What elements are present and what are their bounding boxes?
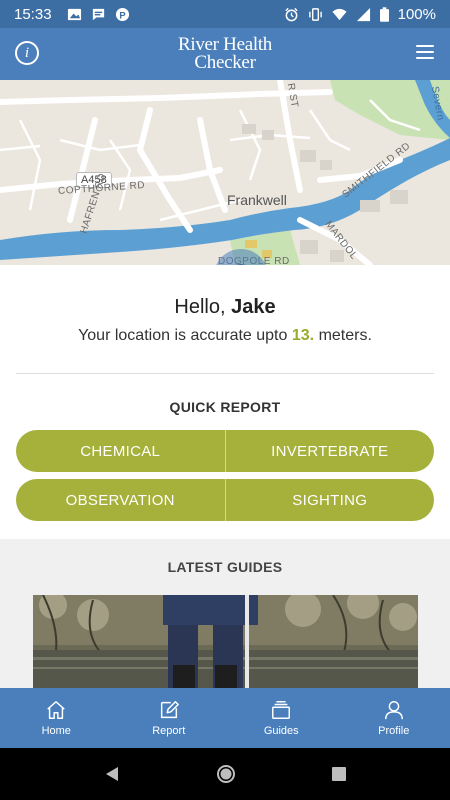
guide-card-image[interactable] bbox=[33, 595, 418, 689]
image-icon bbox=[67, 8, 81, 20]
accuracy-value: 13. bbox=[291, 327, 315, 344]
person-icon bbox=[384, 701, 403, 720]
layers-icon bbox=[272, 701, 291, 719]
system-navigation-bar bbox=[0, 748, 450, 800]
nav-report[interactable]: Report bbox=[113, 688, 226, 748]
quick-report-title: QUICK REPORT bbox=[169, 399, 281, 415]
svg-text:P: P bbox=[119, 10, 125, 20]
bottom-navigation: Home Report Guides Profile bbox=[0, 688, 450, 748]
quick-report-row: CHEMICAL INVERTEBRATE bbox=[16, 430, 434, 472]
app-header: i River Health Checker bbox=[0, 28, 450, 80]
app-logo: River Health Checker bbox=[178, 35, 272, 73]
nav-home-label: Home bbox=[41, 725, 71, 737]
nav-profile[interactable]: Profile bbox=[338, 688, 450, 748]
nav-profile-label: Profile bbox=[378, 725, 410, 737]
battery-icon bbox=[379, 6, 389, 22]
wifi-icon bbox=[332, 8, 347, 20]
signal-icon bbox=[356, 7, 370, 21]
invertebrate-button[interactable]: INVERTEBRATE bbox=[225, 430, 434, 472]
user-name: Jake bbox=[231, 296, 276, 318]
sighting-button[interactable]: SIGHTING bbox=[225, 479, 434, 521]
battery-percent: 100% bbox=[397, 5, 436, 23]
observation-button[interactable]: OBSERVATION bbox=[16, 479, 226, 521]
hello-text: Hello, Jake bbox=[0, 296, 450, 319]
nav-guides[interactable]: Guides bbox=[225, 688, 338, 748]
alarm-icon bbox=[285, 7, 298, 21]
hamburger-menu-icon[interactable] bbox=[416, 45, 434, 59]
location-accuracy-text: Your location is accurate upto 13. meter… bbox=[0, 327, 450, 345]
latest-guides-title: LATEST GUIDES bbox=[167, 559, 283, 575]
location-map[interactable]: A458 Frankwell HAFREN RD COPTHORNE RD SM… bbox=[0, 80, 450, 265]
nav-report-label: Report bbox=[152, 725, 186, 737]
recents-icon[interactable] bbox=[331, 766, 347, 782]
info-icon[interactable]: i bbox=[15, 41, 39, 65]
chemical-button[interactable]: CHEMICAL bbox=[16, 430, 226, 472]
greeting-section: Hello, Jake Your location is accurate up… bbox=[0, 296, 450, 345]
accuracy-suffix: meters. bbox=[318, 327, 372, 344]
logo-line-2: Checker bbox=[194, 52, 256, 73]
hello-prefix: Hello, bbox=[174, 296, 226, 318]
vibrate-icon bbox=[308, 7, 322, 21]
quick-report-row: OBSERVATION SIGHTING bbox=[16, 479, 434, 521]
edit-icon bbox=[160, 701, 179, 719]
accuracy-prefix: Your location is accurate upto bbox=[78, 327, 288, 344]
status-time: 15:33 bbox=[14, 5, 52, 23]
home-icon bbox=[47, 701, 65, 719]
message-icon bbox=[92, 8, 104, 20]
nav-guides-label: Guides bbox=[263, 725, 299, 737]
nav-home[interactable]: Home bbox=[0, 688, 113, 748]
p-icon: P bbox=[115, 7, 129, 21]
latest-guides-section: LATEST GUIDES bbox=[0, 539, 450, 689]
divider bbox=[16, 373, 434, 374]
home-circle-icon[interactable] bbox=[216, 764, 236, 784]
back-icon[interactable] bbox=[103, 765, 121, 783]
guide-photo bbox=[33, 595, 418, 689]
map-town-label: Frankwell bbox=[227, 192, 287, 208]
status-bar: 15:33 P 100% bbox=[0, 0, 450, 28]
